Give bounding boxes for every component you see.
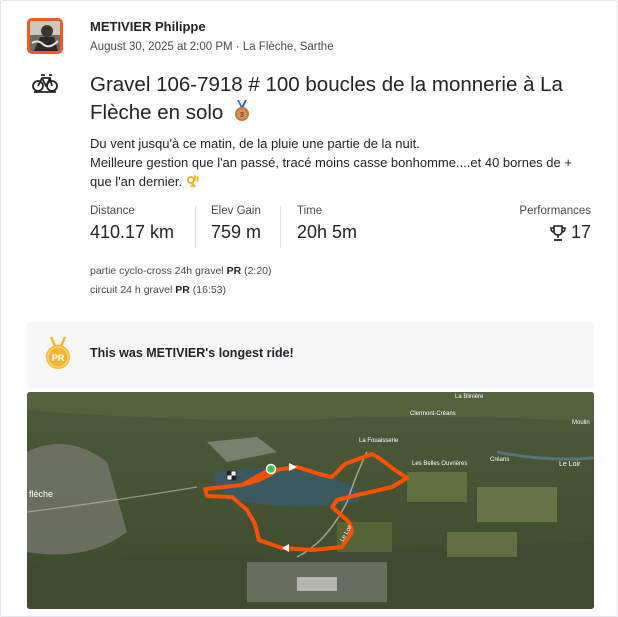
stat-divider [280,206,281,248]
ok-hand-icon [186,175,199,187]
segment-effort[interactable]: circuit 24 h gravel PR (16:53) [90,284,226,296]
bike-icon [32,74,58,93]
stat-value: 410.17 km [90,222,175,242]
avatar[interactable] [27,18,63,54]
pr-medal-icon: PR [46,337,70,369]
pr-label: PR [226,265,242,277]
segment-effort[interactable]: partie cyclo-cross 24h gravel PR (2:20) [90,265,272,277]
map-label: Clermont-Créans [410,411,456,417]
stat-label: Elev Gain [211,205,261,217]
achievement-banner[interactable]: PR This was METIVIER's longest ride! [27,322,594,388]
stat-label: Performances [519,205,591,217]
route-map[interactable]: La Blinière Clermont-Créans La Fouaisser… [27,392,594,609]
route-finish-marker [226,470,237,481]
map-image: La Blinière Clermont-Créans La Fouaisser… [27,392,594,609]
map-label: Créans [490,457,509,463]
stat-performances[interactable]: Performances 17 [519,205,591,243]
activity-title[interactable]: Gravel 106-7918 # 100 boucles de la monn… [90,71,600,127]
meta-separator: · [235,41,243,53]
map-label: Moulin [572,420,590,426]
description-line: Du vent jusqu'à ce matin, de la pluie un… [90,136,420,151]
route-start-marker [265,463,277,475]
activity-location: La Flèche, Sarthe [242,41,334,53]
stat-value: 20h 5m [297,222,358,242]
activity-title-text: Gravel 106-7918 # 100 boucles de la monn… [90,73,563,124]
athlete-name[interactable]: METIVIER Philippe [90,19,206,34]
map-label: La Blinière [455,394,484,400]
pr-label: PR [175,284,190,296]
bronze-medal-icon: 3 [235,100,250,121]
stat-divider [195,206,196,248]
description-line-text: que l'an dernier. [90,174,183,189]
description-line: Meilleure gestion que l'an passé, tracé … [90,155,572,170]
map-label: Les Belles Ouvrières [412,461,467,467]
activity-description: Du vent jusqu'à ce matin, de la pluie un… [90,134,605,191]
stat-label: Distance [90,205,135,217]
stat-distance: Distance 410.17 km [90,205,174,243]
description-line: que l'an dernier. [90,172,605,191]
activity-date: August 30, 2025 at 2:00 PM [90,41,233,53]
segment-name: partie cyclo-cross 24h gravel [90,265,224,277]
stat-value: 17 [519,222,591,243]
svg-text:3: 3 [240,112,244,119]
pr-badge-text: PR [52,353,65,363]
activity-meta: August 30, 2025 at 2:00 PM · La Flèche, … [90,41,334,53]
segment-name: circuit 24 h gravel [90,284,173,296]
achievement-text: This was METIVIER's longest ride! [90,346,294,360]
performances-count: 17 [570,222,591,242]
map-label: Le Loir [559,461,581,468]
map-label: La Fouaisserie [359,438,399,444]
segment-time: (2:20) [244,265,272,277]
stat-label: Time [297,205,323,217]
avatar-image [30,21,60,51]
map-label: flèche [29,489,53,499]
stat-time: Time 20h 5m [297,205,357,243]
segment-time: (16:53) [192,284,227,296]
activity-card: METIVIER Philippe August 30, 2025 at 2:0… [0,0,618,617]
stat-elevation: Elev Gain 759 m [211,205,261,243]
stat-value: 759 m [211,222,262,242]
trophy-icon [550,224,566,241]
